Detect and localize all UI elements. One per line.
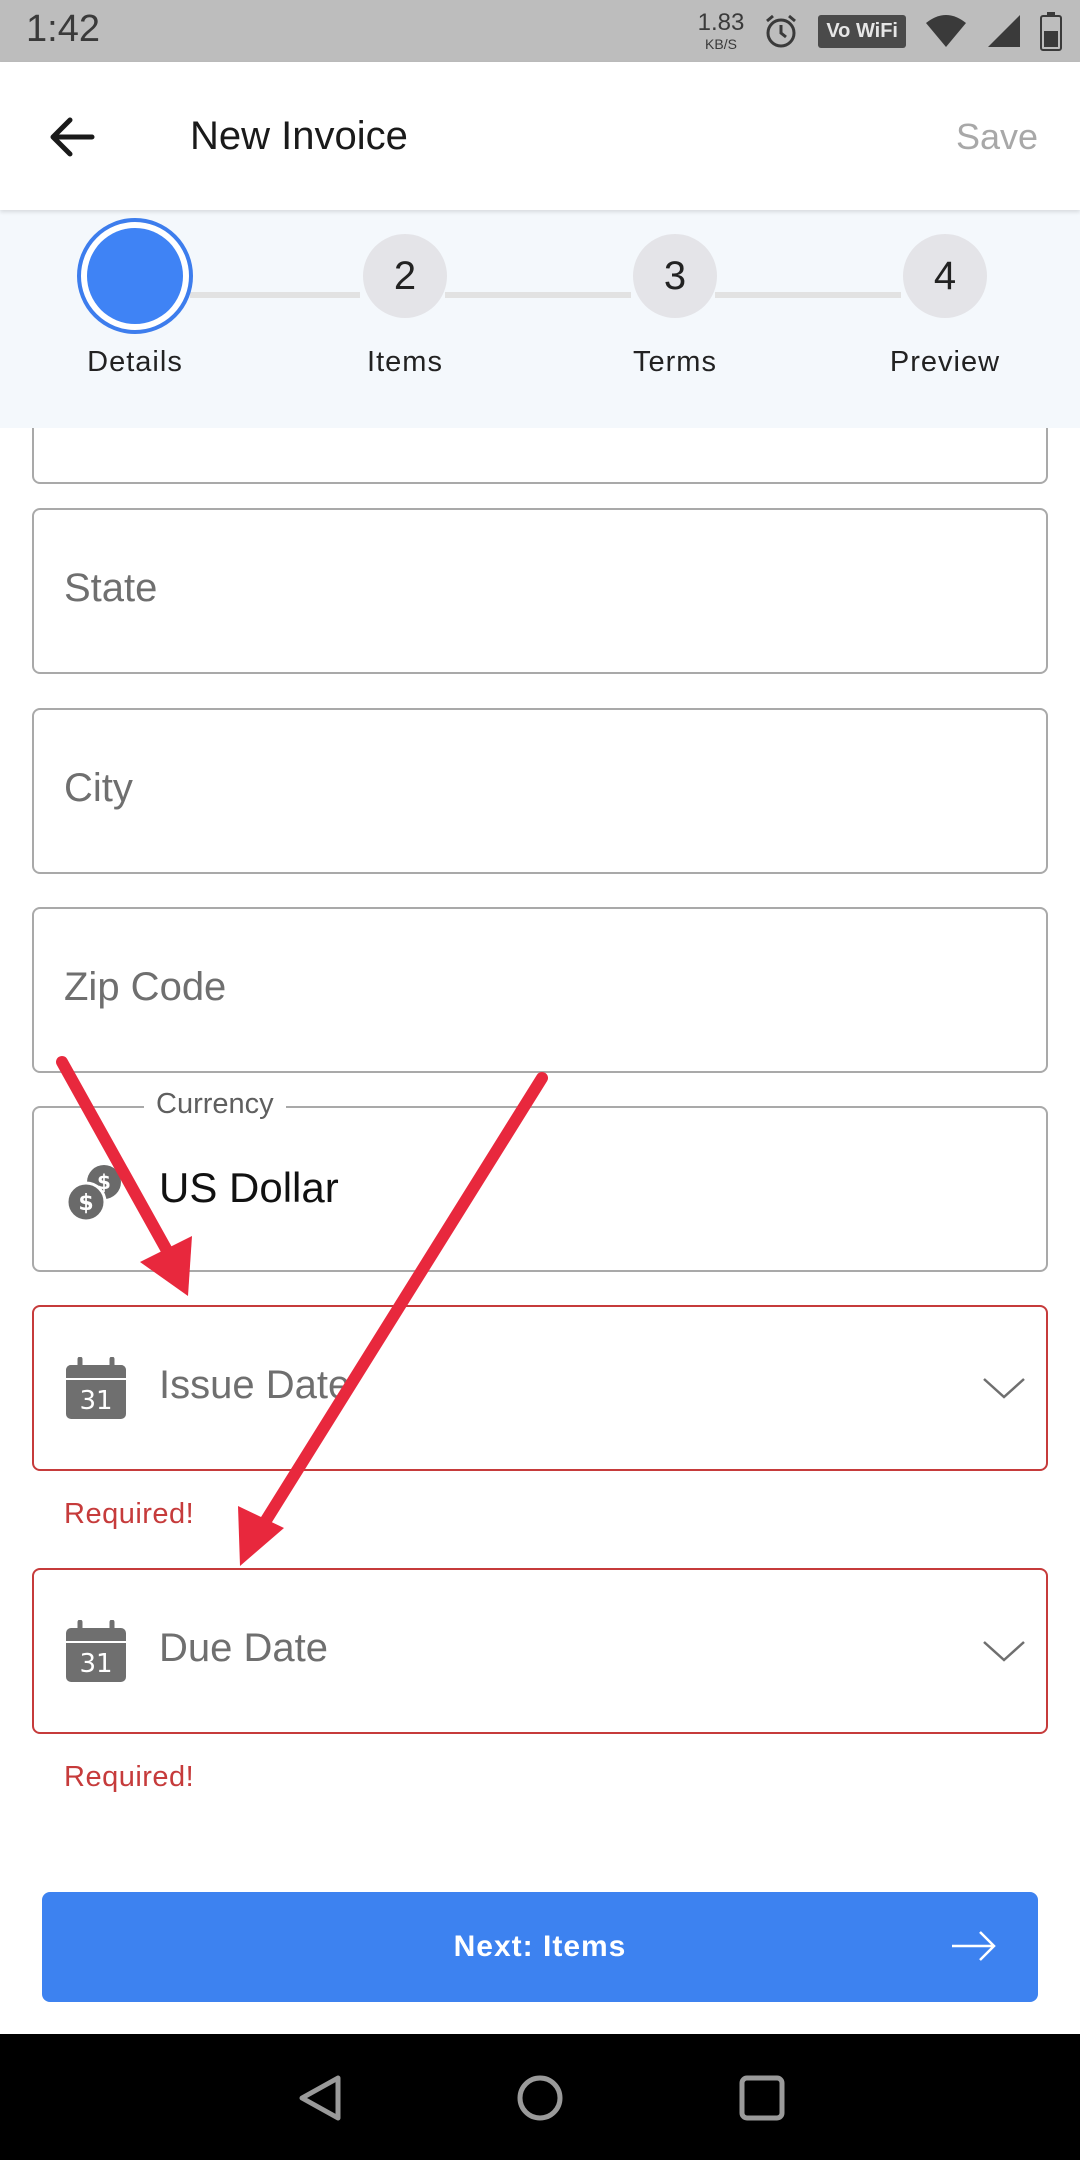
city-field[interactable]: City [32,708,1048,874]
nav-back-icon[interactable] [294,2072,346,2124]
step-indicator-active [77,218,193,334]
currency-field[interactable]: Currency $ $ US Dollar [32,1088,1048,1272]
nav-home-icon[interactable] [514,2072,566,2124]
currency-label: Currency [144,1088,286,1121]
due-date-error: Required! [64,1761,195,1793]
system-navigation-bar [0,2034,1080,2160]
step-terms[interactable]: 3 Terms [575,234,775,379]
step-label: Preview [889,346,1001,378]
step-number: 4 [903,234,987,318]
state-placeholder: State [64,566,158,610]
calendar-day: 31 [79,1386,112,1416]
issue-date-error: Required! [64,1498,195,1530]
due-date-placeholder: Due Date [159,1626,328,1670]
network-speed-unit: KB/S [705,36,737,52]
vowifi-badge: Vo WiFi [818,14,906,48]
app-bar: New Invoice Save [0,62,1080,210]
currency-value: US Dollar [159,1164,339,1211]
due-date-field[interactable]: 31 Due Date [32,1568,1048,1734]
calendar-icon: 31 [66,1620,126,1682]
alarm-icon [766,14,797,48]
step-items[interactable]: 2 Items [305,234,505,379]
battery-icon [1040,12,1062,51]
chevron-down-icon[interactable] [980,1626,1028,1674]
stepper: Details 2 Items 3 Terms 4 Preview [0,210,1080,428]
step-number: 3 [633,234,717,318]
wifi-icon [926,15,966,47]
svg-text:$: $ [78,1191,93,1216]
issue-date-placeholder: Issue Date [159,1363,351,1407]
cellular-signal-icon [988,15,1020,47]
calendar-icon: 31 [66,1357,126,1419]
status-time: 1:42 [26,8,100,50]
nav-recents-icon[interactable] [736,2072,788,2124]
step-details[interactable]: Details [35,218,235,379]
zip-code-placeholder: Zip Code [64,965,227,1009]
chevron-down-icon[interactable] [980,1363,1028,1411]
step-label: Terms [633,346,717,378]
network-speed-value: 1.83 [697,9,745,36]
step-label: Items [367,346,443,378]
currency-coins-icon: $ $ [65,1165,121,1222]
network-speed: 1.83 KB/S [697,9,745,52]
page-title: New Invoice [190,114,408,158]
city-placeholder: City [64,766,133,810]
arrow-right-icon [952,1931,996,1961]
next-items-button[interactable]: Next: Items [42,1892,1038,2002]
save-button[interactable]: Save [956,116,1038,158]
issue-date-field[interactable]: 31 Issue Date [32,1305,1048,1471]
back-button[interactable] [40,102,110,172]
step-number: 2 [363,234,447,318]
zip-code-field[interactable]: Zip Code [32,907,1048,1073]
status-icons: 1.83 KB/S Vo WiFi [698,0,1062,62]
address-field-partial[interactable] [32,428,1048,484]
step-preview[interactable]: 4 Preview [845,234,1045,379]
step-label: Details [87,346,183,378]
next-button-label: Next: Items [453,1930,627,1963]
calendar-day: 31 [79,1649,112,1679]
arrow-left-icon [50,117,95,157]
state-field[interactable]: State [32,508,1048,674]
status-bar: 1:42 1.83 KB/S Vo WiFi [0,0,1080,62]
invoice-details-form[interactable]: State City Zip Code Currency $ $ US Doll… [0,428,1080,2034]
